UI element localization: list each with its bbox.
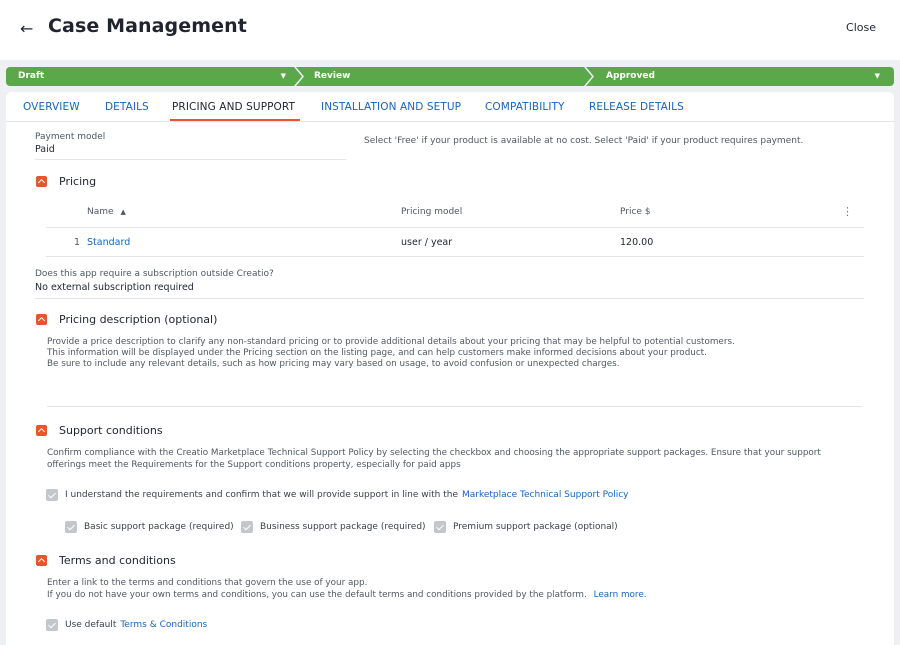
terms-description-text: If you do not have your own terms and co… <box>47 590 587 600</box>
premium-support-checkbox[interactable]: Premium support package (optional) <box>434 521 618 533</box>
page-title: Case Management <box>48 15 247 37</box>
support-policy-link[interactable]: Marketplace Technical Support Policy <box>462 490 629 500</box>
payment-model-hint: Select 'Free' if your product is availab… <box>364 136 804 146</box>
stage-label: Review <box>314 71 351 81</box>
stage-review[interactable]: Review <box>296 67 592 86</box>
checkbox-label: Premium support package (optional) <box>453 522 618 532</box>
field-divider <box>35 298 864 299</box>
payment-model-field[interactable]: Paid <box>35 144 55 155</box>
section-title: Terms and conditions <box>59 554 176 567</box>
tab-overview[interactable]: OVERVIEW <box>23 101 80 113</box>
stage-approved[interactable]: Approved ▼ <box>586 67 894 86</box>
checkbox-checked-icon[interactable] <box>65 521 77 533</box>
stage-bar: Draft ▼ Review Approved ▼ <box>6 67 894 86</box>
stage-label: Draft <box>18 71 45 81</box>
stage-draft[interactable]: Draft ▼ <box>6 67 302 86</box>
column-name-label: Name <box>87 207 114 217</box>
stage-label: Approved <box>606 71 655 81</box>
checkbox-label: Basic support package (required) <box>84 522 234 532</box>
active-tab-indicator <box>170 119 300 121</box>
checkbox-label: Use default <box>65 620 117 630</box>
chevron-down-icon[interactable]: ▼ <box>281 67 286 86</box>
use-default-terms-checkbox[interactable]: Use default Terms & Conditions <box>46 619 207 631</box>
table-row-divider <box>46 256 864 257</box>
tab-bar: OVERVIEW DETAILS PRICING AND SUPPORT INS… <box>6 92 894 122</box>
terms-description-line: Enter a link to the terms and conditions… <box>47 578 368 588</box>
subscription-question-label: Does this app require a subscription out… <box>35 269 274 279</box>
chevron-up-icon[interactable] <box>36 425 47 436</box>
pricing-description-line: Provide a price description to clarify a… <box>47 337 735 347</box>
learn-more-link[interactable]: Learn more. <box>594 590 647 600</box>
support-description-line: offerings meet the Requirements for the … <box>47 460 461 470</box>
section-title: Support conditions <box>59 424 163 437</box>
back-arrow-icon[interactable]: ← <box>20 18 40 40</box>
pricing-row-model: user / year <box>401 237 453 248</box>
subscription-field[interactable]: No external subscription required <box>35 282 194 293</box>
tab-installation-and-setup[interactable]: INSTALLATION AND SETUP <box>321 101 461 113</box>
main-card: OVERVIEW DETAILS PRICING AND SUPPORT INS… <box>6 92 894 645</box>
support-confirm-checkbox[interactable]: I understand the requirements and confir… <box>46 489 629 501</box>
top-bar: ← Case Management Close <box>0 0 900 60</box>
field-divider <box>35 159 346 160</box>
tab-pricing-and-support[interactable]: PRICING AND SUPPORT <box>172 101 295 113</box>
close-button[interactable]: Close <box>846 21 876 34</box>
business-support-checkbox[interactable]: Business support package (required) <box>241 521 426 533</box>
column-header-price[interactable]: Price $ <box>620 207 651 217</box>
sort-ascending-icon[interactable]: ▲ <box>120 208 125 216</box>
table-header-divider <box>46 227 864 228</box>
column-header-name[interactable]: Name ▲ <box>87 207 126 217</box>
more-options-icon[interactable]: ⋮ <box>842 205 853 218</box>
support-description-line: Confirm compliance with the Creatio Mark… <box>47 448 821 458</box>
row-index: 1 <box>74 237 81 248</box>
basic-support-checkbox[interactable]: Basic support package (required) <box>65 521 234 533</box>
chevron-up-icon[interactable] <box>36 314 47 325</box>
checkbox-label: Business support package (required) <box>260 522 426 532</box>
description-input-underline[interactable] <box>47 406 862 407</box>
section-title: Pricing <box>59 175 97 188</box>
support-confirm-text: I understand the requirements and confir… <box>65 490 458 500</box>
column-header-pricing-model[interactable]: Pricing model <box>401 207 462 217</box>
checkbox-checked-icon[interactable] <box>434 521 446 533</box>
pricing-row-name-link[interactable]: Standard <box>87 237 130 248</box>
tab-details[interactable]: DETAILS <box>105 101 149 113</box>
tab-release-details[interactable]: RELEASE DETAILS <box>589 101 684 113</box>
payment-model-label: Payment model <box>35 132 106 142</box>
section-title: Pricing description (optional) <box>59 313 218 326</box>
pricing-row-price: 120.00 <box>620 237 654 248</box>
pricing-description-line: Be sure to include any relevant details,… <box>47 359 620 369</box>
checkbox-checked-icon[interactable] <box>46 489 58 501</box>
terms-and-conditions-link[interactable]: Terms & Conditions <box>120 620 207 630</box>
chevron-down-icon[interactable]: ▼ <box>875 67 880 86</box>
tab-compatibility[interactable]: COMPATIBILITY <box>485 101 565 113</box>
terms-description-line: If you do not have your own terms and co… <box>47 590 647 602</box>
chevron-up-icon[interactable] <box>36 555 47 566</box>
checkbox-checked-icon[interactable] <box>241 521 253 533</box>
pricing-description-line: This information will be displayed under… <box>47 348 707 358</box>
checkbox-checked-icon[interactable] <box>46 619 58 631</box>
chevron-up-icon[interactable] <box>36 176 47 187</box>
